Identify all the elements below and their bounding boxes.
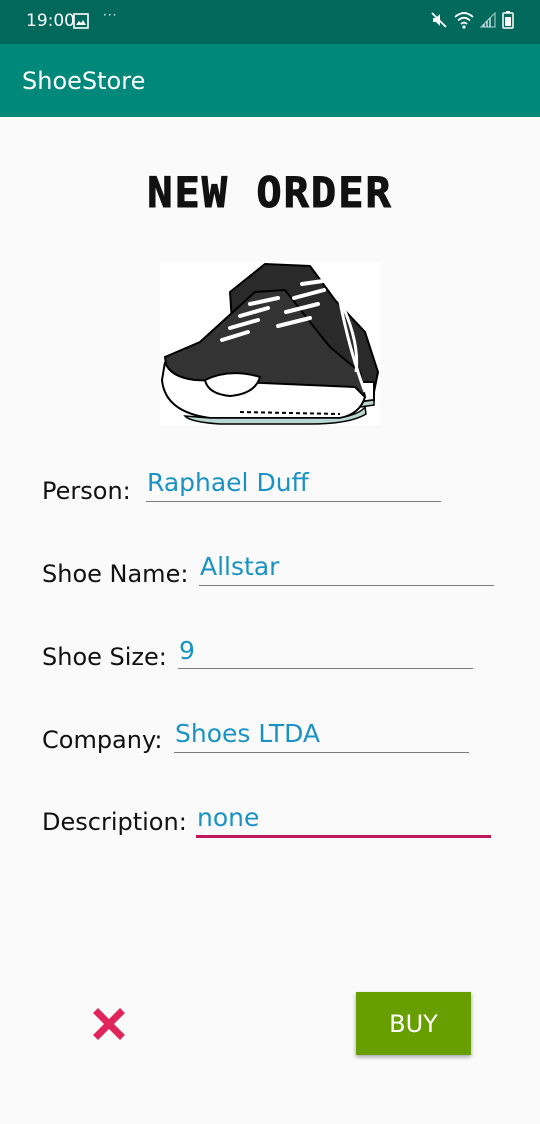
image-icon — [73, 13, 89, 33]
cancel-button[interactable] — [93, 1008, 125, 1040]
person-field[interactable]: Raphael Duff — [147, 468, 309, 497]
shoe-name-label: Shoe Name: — [42, 560, 189, 588]
person-label: Person: — [42, 477, 131, 505]
status-bar: 19:00 ··· — [0, 0, 540, 44]
signal-icon — [479, 11, 496, 32]
status-time: 19:00 — [26, 11, 75, 31]
status-more-dots: ··· — [103, 8, 118, 22]
company-field-underline — [174, 752, 469, 753]
shoe-size-field-underline — [178, 668, 473, 669]
status-icons — [430, 11, 514, 33]
company-label: Company: — [42, 726, 163, 754]
shoe-name-field-underline — [199, 585, 494, 586]
description-field-underline — [196, 835, 491, 838]
mute-icon — [430, 11, 448, 33]
page-title: NEW ORDER — [147, 168, 393, 218]
buy-button[interactable]: BUY — [356, 992, 471, 1055]
description-label: Description: — [42, 808, 187, 836]
shoe-name-field[interactable]: Allstar — [200, 552, 279, 581]
sneakers-image — [160, 262, 380, 425]
company-field[interactable]: Shoes LTDA — [175, 719, 320, 748]
battery-icon — [502, 11, 514, 33]
shoe-size-field[interactable]: 9 — [179, 636, 195, 665]
description-field[interactable]: none — [197, 803, 259, 832]
person-field-underline — [146, 501, 441, 502]
wifi-icon — [454, 11, 474, 33]
shoe-size-label: Shoe Size: — [42, 643, 167, 671]
close-icon — [93, 1008, 125, 1044]
app-bar: ShoeStore — [0, 44, 540, 117]
app-title: ShoeStore — [22, 67, 146, 95]
